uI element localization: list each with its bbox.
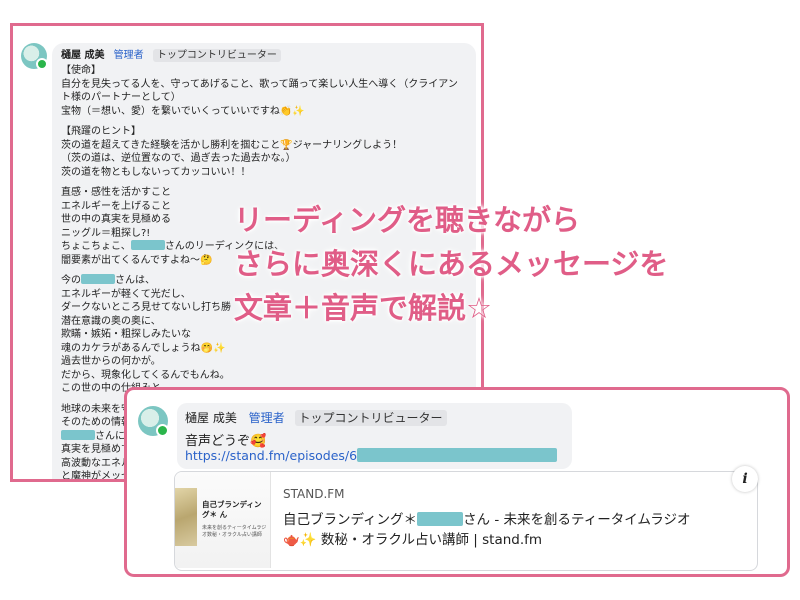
headline-line-1: リーディングを聴きながら (234, 203, 580, 237)
author-name[interactable]: 樋屋 成美 (61, 50, 104, 61)
headline-line-2: さらに奥深くにあるメッセージを (234, 247, 669, 281)
paragraph-hint: 【飛躍のヒント】 茨の道を超えてきた経験を活かし勝利を掴むこと🏆ジャーナリングし… (61, 125, 481, 179)
contributor-badge: トップコントリビューター (294, 410, 447, 426)
paragraph-mission: 【使命】 自分を見失ってる人を、守ってあげること、歌って踊って楽しい人生へ導く（… (61, 64, 481, 118)
message-text: 音声どうぞ🥰 (185, 434, 267, 449)
preview-site-name: STAND.FM (283, 487, 345, 501)
link-text[interactable]: https://stand.fm/episodes/6 (185, 448, 357, 463)
role-label: 管理者 (248, 411, 285, 425)
redacted-name (130, 240, 165, 250)
message-header: 樋屋 成美 管理者 トップコントリビューター (61, 46, 281, 62)
author-name[interactable]: 樋屋 成美 (185, 411, 237, 425)
avatar[interactable] (138, 406, 169, 437)
avatar[interactable] (21, 43, 48, 70)
text-line: 欺瞞・嫉妬・粗探しみたいな (61, 329, 191, 340)
redacted-url (357, 448, 558, 462)
thumbnail-subtitle: 未来を創るティータイムラジオ数秘・オラクル占い講師 (202, 525, 267, 538)
title-fragment: 自己ブランディング＊ (283, 512, 418, 528)
role-label: 管理者 (113, 50, 144, 61)
headline-overlay: リーディングを聴きながら さらに奥深くにあるメッセージを 文章＋音声で解説☆ (234, 198, 668, 330)
text-line: 茨の道を超えてきた経験を活かし勝利を掴むこと🏆ジャーナリングしよう！ (61, 139, 403, 151)
text-line: 魂のカケラがあるんでしょうね🤭✨ (61, 342, 226, 354)
message-header: 樋屋 成美 管理者 トップコントリビューター (185, 409, 447, 426)
text-line: ト様のパートナーとして） (61, 92, 181, 103)
text-line: 【使命】 (61, 65, 101, 76)
preview-title[interactable]: 自己ブランディング＊ さん - 未来を創るティータイムラジオ 🫖✨ 数秘・オラクル… (283, 510, 753, 550)
text-line: 過去世からの何かが。 (61, 356, 161, 367)
text-line: 宝物（＝想い、愛）を繋いでいくっていいですね👏✨ (61, 105, 305, 117)
thumbnail-title: 自己ブランディング＊ ん (202, 500, 262, 519)
text-line: （茨の道は、逆位置なので、過ぎ去った過去かな。） (61, 153, 296, 164)
episode-link[interactable]: https://stand.fm/episodes/6 (185, 448, 558, 463)
info-icon[interactable]: i (732, 466, 758, 492)
redacted-name (81, 274, 115, 284)
title-fragment: さん - 未来を創るティータイムラジオ (463, 512, 691, 528)
preview-title-line-1: 自己ブランディング＊ さん - 未来を創るティータイムラジオ (283, 510, 753, 530)
headline-line-3: 文章＋音声で解説☆ (234, 291, 492, 325)
message-screenshot-2: 樋屋 成美 管理者 トップコントリビューター 音声どうぞ🥰 https://st… (124, 387, 790, 577)
text-fragment: さんは、 (115, 275, 155, 286)
text-line: 茨の道を物ともしないってカッコいい！！ (61, 166, 251, 178)
text-fragment: ちょこちょこ、 (61, 241, 131, 252)
contributor-badge: トップコントリビューター (152, 49, 281, 62)
text-line: 【飛躍のヒント】 (61, 126, 141, 137)
preview-thumbnail[interactable]: 自己ブランディング＊ ん 未来を創るティータイムラジオ数秘・オラクル占い講師 (175, 472, 271, 568)
preview-title-line-2: 🫖✨ 数秘・オラクル占い講師 | stand.fm (283, 532, 543, 548)
text-fragment: 今の (61, 275, 81, 286)
text-line: だから、現象化してくるんでもんね。 (61, 369, 230, 381)
text-line: 自分を見失ってる人を、守ってあげること、歌って踊って楽しい人生へ導く（クライアン (61, 78, 458, 90)
redacted-name (417, 512, 464, 526)
redacted-name (61, 429, 95, 440)
link-preview-card[interactable]: 自己ブランディング＊ ん 未来を創るティータイムラジオ数秘・オラクル占い講師 S… (174, 471, 758, 571)
thumbnail-photo (175, 488, 197, 546)
